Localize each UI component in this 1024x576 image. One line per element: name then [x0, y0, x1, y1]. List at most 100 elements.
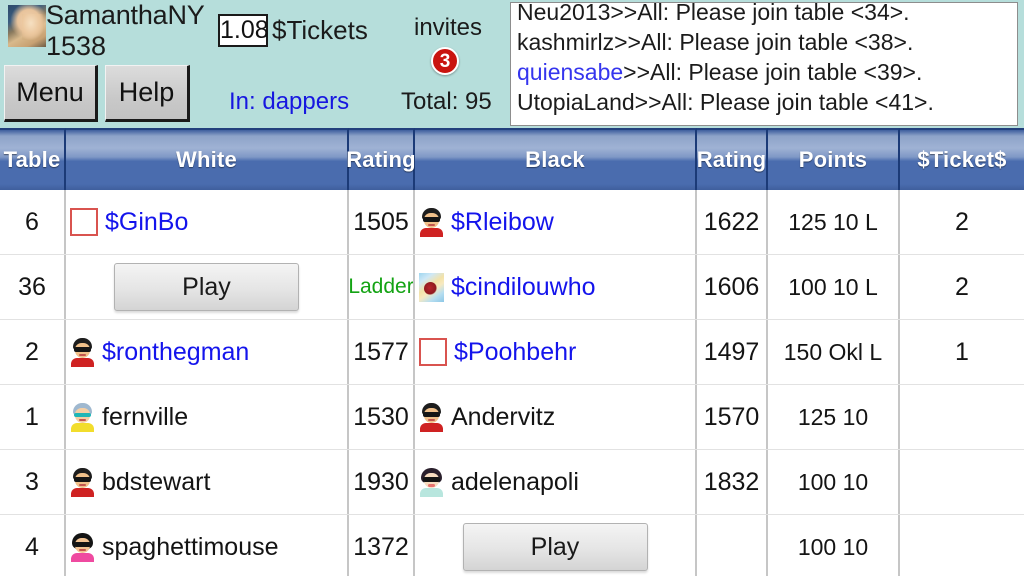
player-white[interactable]: $ronthegman	[70, 337, 249, 367]
column-header-label: Table	[3, 147, 61, 172]
avatar-part-body	[71, 357, 94, 367]
player-black[interactable]: $Rleibow	[419, 207, 554, 237]
cell-table-number: 4	[0, 515, 66, 576]
player-white[interactable]: fernville	[70, 402, 189, 432]
player-avatar-icon	[70, 532, 95, 562]
player-name: spaghettimouse	[102, 532, 279, 561]
menu-button[interactable]: Menu	[4, 65, 98, 122]
chat-message-user[interactable]: quiensabe	[517, 59, 623, 85]
cell-black-rating: 1497	[697, 320, 768, 384]
avatar-part-mouth	[79, 483, 86, 486]
play-button-black-row-5[interactable]: Play	[462, 523, 648, 571]
cell-white-seat[interactable]: fernville	[66, 385, 349, 449]
table-row[interactable]: 3 bdstewart 1930 adelenapoli 1832 100 10	[0, 450, 1024, 515]
column-header-white-1[interactable]: White	[66, 128, 349, 190]
invites-count-badge[interactable]: 3	[431, 47, 459, 75]
cell-black-seat[interactable]: $Rleibow	[415, 190, 697, 254]
tickets-label: $Tickets	[272, 15, 368, 45]
column-header-label: $Ticket$	[917, 147, 1007, 172]
avatar-part-eyes	[423, 476, 440, 482]
player-white[interactable]: $GinBo	[70, 208, 188, 237]
avatar-placeholder-icon	[419, 338, 447, 366]
cell-black-seat[interactable]: Andervitz	[415, 385, 697, 449]
games-table-body[interactable]: 6 $GinBo 1505 $Rleibow 1622 125 10 L 2 36 Play La…	[0, 190, 1024, 576]
white-rating-value: 1930	[353, 467, 409, 496]
player-name[interactable]: $GinBo	[105, 208, 188, 237]
cell-points: 100 10	[768, 450, 900, 514]
current-user-block[interactable]: SamanthaNY 1538	[8, 2, 205, 60]
column-header-label: Black	[525, 147, 585, 172]
player-name: Andervitz	[451, 402, 556, 431]
cell-tickets	[900, 385, 1024, 449]
table-row[interactable]: 4 spaghettimouse 1372 Play 100 10	[0, 515, 1024, 576]
cell-white-seat[interactable]: bdstewart	[66, 450, 349, 514]
table-row[interactable]: 6 $GinBo 1505 $Rleibow 1622 125 10 L 2	[0, 190, 1024, 255]
column-header-black-3[interactable]: Black	[415, 128, 697, 190]
player-name[interactable]: $cindilouwho	[451, 273, 596, 302]
table-row[interactable]: 36 Play Ladder $cindilouwho 1606 100 10 L 2	[0, 255, 1024, 320]
player-avatar-icon	[70, 402, 95, 432]
user-photo-avatar	[8, 5, 46, 47]
avatar-part-body	[420, 422, 443, 432]
user-rating: 1538	[46, 31, 107, 61]
avatar-part-body	[420, 227, 443, 237]
player-avatar-icon	[419, 272, 444, 302]
cell-black-rating: 1832	[697, 450, 768, 514]
current-room-link[interactable]: In: dappers	[229, 88, 349, 116]
player-black[interactable]: $Poohbehr	[419, 338, 576, 367]
player-white[interactable]: spaghettimouse	[70, 532, 279, 562]
play-button-white-row-1[interactable]: Play	[114, 263, 299, 311]
chat-message-user: Neu2013	[517, 2, 611, 25]
tickets-value[interactable]: 1.08	[218, 14, 269, 47]
chat-message-text: >>All: Please join table <41>.	[634, 89, 934, 115]
cell-white-rating: Ladder	[349, 255, 415, 319]
player-name[interactable]: $ronthegman	[102, 338, 249, 367]
column-header-ticket-6[interactable]: $Ticket$	[900, 128, 1024, 190]
cell-white-seat[interactable]: Play	[66, 255, 349, 319]
cell-tickets: 2	[955, 207, 969, 236]
player-black[interactable]: $cindilouwho	[419, 272, 596, 302]
column-header-label: Rating	[346, 147, 416, 172]
help-button[interactable]: Help	[105, 65, 190, 122]
chat-messages-panel[interactable]: Neu2013>>All: Please join table <34>. kas…	[510, 2, 1018, 126]
chat-message-text: >>All: Please join table <38>.	[614, 29, 914, 55]
cell-black-seat[interactable]: adelenapoli	[415, 450, 697, 514]
player-black[interactable]: adelenapoli	[419, 467, 579, 497]
avatar-part-mouth	[79, 353, 86, 356]
chat-message: Neu2013>>All: Please join table <34>.	[517, 2, 1011, 27]
column-header-table-0[interactable]: Table	[0, 128, 66, 190]
cell-black-rating	[697, 515, 768, 576]
chat-message: kashmirlz>>All: Please join table <38>.	[517, 27, 1011, 57]
play-button-wrapper: Play	[66, 263, 347, 311]
avatar-part-eyes	[74, 476, 91, 482]
column-header-rating-2[interactable]: Rating	[346, 128, 416, 190]
avatar-part-mouth	[428, 223, 435, 226]
column-header-rating-4[interactable]: Rating	[697, 128, 768, 190]
column-header-points-5[interactable]: Points	[768, 128, 900, 190]
cell-white-seat[interactable]: spaghettimouse	[66, 515, 349, 576]
cell-points: 125 10 L	[768, 190, 900, 254]
player-name: fernville	[102, 402, 189, 431]
top-status-bar: SamanthaNY 1538 Menu Help 1.08 $Tickets …	[0, 0, 1024, 128]
avatar-part-lips	[428, 483, 435, 487]
avatar-part-body	[420, 487, 443, 497]
table-row[interactable]: 2 $ronthegman 1577 $Poohbehr 1497 150 Okl L 1	[0, 320, 1024, 385]
player-name[interactable]: $Poohbehr	[454, 338, 576, 367]
player-black[interactable]: Andervitz	[419, 402, 556, 432]
player-name[interactable]: $Rleibow	[451, 208, 554, 237]
cell-tickets	[900, 450, 1024, 514]
cell-tickets: 2	[955, 272, 969, 301]
table-row[interactable]: 1 fernville 1530 Andervitz 1570 125 10	[0, 385, 1024, 450]
cell-black-seat[interactable]: Play	[415, 515, 697, 576]
avatar-placeholder-icon	[70, 208, 98, 236]
avatar-part-mouth	[79, 418, 86, 421]
cell-black-rating: 1570	[697, 385, 768, 449]
player-white[interactable]: bdstewart	[70, 467, 210, 497]
cell-white-seat[interactable]: $GinBo	[66, 190, 349, 254]
cell-white-seat[interactable]: $ronthegman	[66, 320, 349, 384]
cell-black-seat[interactable]: $Poohbehr	[415, 320, 697, 384]
cell-black-seat[interactable]: $cindilouwho	[415, 255, 697, 319]
invites-label: invites	[414, 14, 483, 41]
games-table-header: Table White Rating Black Rating Points $Ticket…	[0, 128, 1024, 190]
cell-black-rating: 1606	[697, 255, 768, 319]
